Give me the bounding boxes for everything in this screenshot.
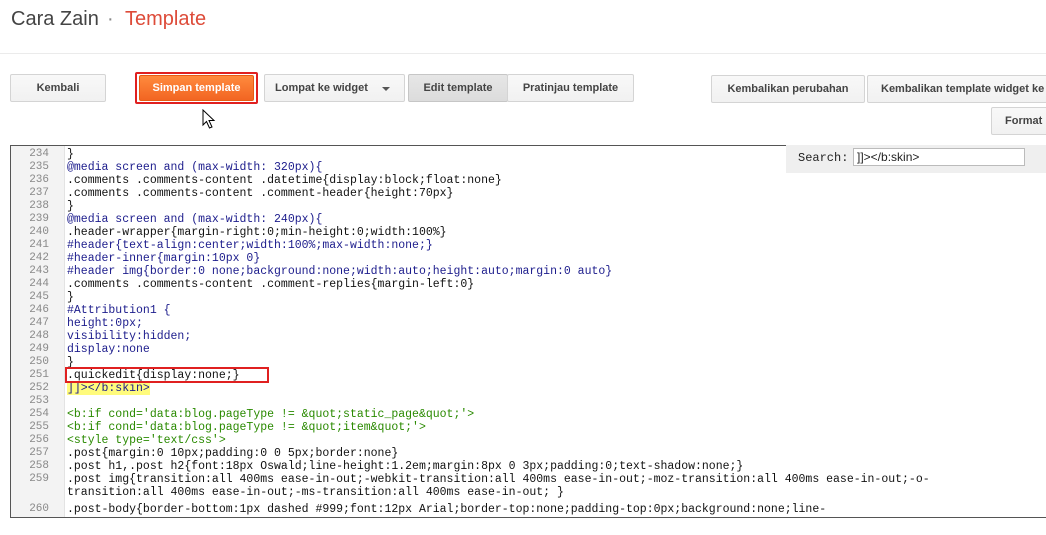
revert-widget-templates-button[interactable]: Kembalikan template widget ke <box>867 75 1046 103</box>
tab-preview-template[interactable]: Pratinjau template <box>507 74 634 102</box>
code-line[interactable]: 257 .post{margin:0 10px;padding:0 0 5px;b… <box>11 447 1046 460</box>
code-line[interactable]: 240 .header-wrapper{margin-right:0;min-he… <box>11 226 1046 239</box>
title-separator: · <box>107 8 114 30</box>
code-line[interactable]: 247 height:0px; <box>11 317 1046 330</box>
line-number: 252 <box>29 382 49 394</box>
revert-changes-button[interactable]: Kembalikan perubahan <box>711 75 865 103</box>
code-line[interactable]: 236 .comments .comments-content .datetime… <box>11 174 1046 187</box>
code-text: .header-wrapper{margin-right:0;min-heigh… <box>67 226 447 239</box>
line-number: 260 <box>29 503 49 515</box>
save-template-button[interactable]: Simpan template <box>139 75 254 101</box>
line-number: 258 <box>29 460 49 472</box>
line-number: 241 <box>29 239 49 251</box>
back-button[interactable]: Kembali <box>10 74 106 102</box>
line-number: 234 <box>29 148 49 160</box>
line-number: 250 <box>29 356 49 368</box>
code-line[interactable]: transition:all 400ms ease-in-out;-ms-tra… <box>11 486 1046 499</box>
line-number: 255 <box>29 421 49 433</box>
code-line[interactable]: 259 .post img{transition:all 400ms ease-i… <box>11 473 1046 486</box>
code-text: .post{margin:0 10px;padding:0 0 5px;bord… <box>67 447 399 460</box>
code-text: } <box>67 200 74 213</box>
search-input[interactable]: ]]></b:skin> <box>853 148 1025 166</box>
code-text: #header img{border:0 none;background:non… <box>67 265 613 278</box>
line-number: 237 <box>29 187 49 199</box>
jump-to-widget-dropdown[interactable]: Lompat ke widget <box>264 74 405 102</box>
line-number: 253 <box>29 395 49 407</box>
line-number: 249 <box>29 343 49 355</box>
page-title: Template <box>125 8 207 30</box>
code-text: #Attribution1 { <box>67 304 171 317</box>
code-text: display:none <box>67 343 150 356</box>
code-text: .comments .comments-content .comment-hea… <box>67 187 454 200</box>
quickedit-line-highlight <box>65 367 269 383</box>
code-text: .comments .comments-content .datetime{di… <box>67 174 502 187</box>
chevron-down-icon <box>382 87 390 91</box>
code-text: height:0px; <box>67 317 143 330</box>
line-number: 251 <box>29 369 49 381</box>
line-number: 235 <box>29 161 49 173</box>
line-number: 246 <box>29 304 49 316</box>
code-text: #header{text-align:center;width:100%;max… <box>67 239 433 252</box>
code-line[interactable]: 249 display:none <box>11 343 1046 356</box>
search-label: Search: <box>798 151 849 165</box>
code-text: <b:if cond='data:blog.pageType != &quot;… <box>67 408 475 421</box>
line-number: 256 <box>29 434 49 446</box>
code-line[interactable]: 253 <box>11 395 1046 408</box>
line-number: 242 <box>29 252 49 264</box>
code-text: @media screen and (max-width: 320px){ <box>67 161 323 174</box>
code-text: } <box>67 148 74 161</box>
code-line[interactable]: 241 #header{text-align:center;width:100%;… <box>11 239 1046 252</box>
line-number: 257 <box>29 447 49 459</box>
mouse-cursor-icon <box>202 109 216 129</box>
code-line[interactable]: 245} <box>11 291 1046 304</box>
code-line[interactable]: 256 <style type='text/css'> <box>11 434 1046 447</box>
code-text: transition:all 400ms ease-in-out;-ms-tra… <box>67 486 564 499</box>
code-line[interactable]: 242 #header-inner{margin:10px 0} <box>11 252 1046 265</box>
line-number: 245 <box>29 291 49 303</box>
code-line[interactable]: 252 ]]></b:skin> <box>11 382 1046 395</box>
code-line[interactable]: 237 .comments .comments-content .comment-… <box>11 187 1046 200</box>
code-text: @media screen and (max-width: 240px){ <box>67 213 323 226</box>
line-number: 254 <box>29 408 49 420</box>
code-line[interactable]: 244 .comments .comments-content .comment-… <box>11 278 1046 291</box>
line-number: 238 <box>29 200 49 212</box>
line-number: 247 <box>29 317 49 329</box>
line-number: 236 <box>29 174 49 186</box>
line-number: 240 <box>29 226 49 238</box>
code-text: .post h1,.post h2{font:18px Oswald;line-… <box>67 460 744 473</box>
tab-edit-template[interactable]: Edit template <box>408 74 508 102</box>
code-text: ]]></b:skin> <box>67 382 150 395</box>
code-text: <b:if cond='data:blog.pageType != &quot;… <box>67 421 426 434</box>
code-line[interactable]: 243 #header img{border:0 none;background:… <box>11 265 1046 278</box>
code-line[interactable]: 255 <b:if cond='data:blog.pageType != &qu… <box>11 421 1046 434</box>
jump-to-widget-label: Lompat ke widget <box>275 82 368 94</box>
line-number: 243 <box>29 265 49 277</box>
search-panel: Search: ]]></b:skin> <box>786 145 1046 173</box>
code-text: #header-inner{margin:10px 0} <box>67 252 261 265</box>
code-line[interactable]: 258 .post h1,.post h2{font:18px Oswald;li… <box>11 460 1046 473</box>
code-text: .post img{transition:all 400ms ease-in-o… <box>67 473 930 486</box>
code-line[interactable]: 238} <box>11 200 1046 213</box>
code-text: <style type='text/css'> <box>67 434 226 447</box>
page-header: Cara Zain · Template <box>0 0 1046 54</box>
code-line[interactable]: 246 #Attribution1 { <box>11 304 1046 317</box>
line-number: 259 <box>29 473 49 485</box>
blog-name[interactable]: Cara Zain <box>11 8 99 31</box>
line-number: 244 <box>29 278 49 290</box>
code-line[interactable]: 248 visibility:hidden; <box>11 330 1046 343</box>
line-number: 239 <box>29 213 49 225</box>
code-editor[interactable]: 234} 235 @media screen and (max-width: 320… <box>10 145 1046 518</box>
code-text: .post-body{border-bottom:1px dashed #999… <box>67 503 827 516</box>
format-button[interactable]: Format <box>991 107 1046 135</box>
code-text: .comments .comments-content .comment-rep… <box>67 278 475 291</box>
line-number: 248 <box>29 330 49 342</box>
code-text: } <box>67 291 74 304</box>
code-line[interactable]: 254 <b:if cond='data:blog.pageType != &qu… <box>11 408 1046 421</box>
code-text: visibility:hidden; <box>67 330 192 343</box>
code-line[interactable]: 239 @media screen and (max-width: 240px){ <box>11 213 1046 226</box>
code-line[interactable]: 260 .post-body{border-bottom:1px dashed #… <box>11 503 1046 516</box>
